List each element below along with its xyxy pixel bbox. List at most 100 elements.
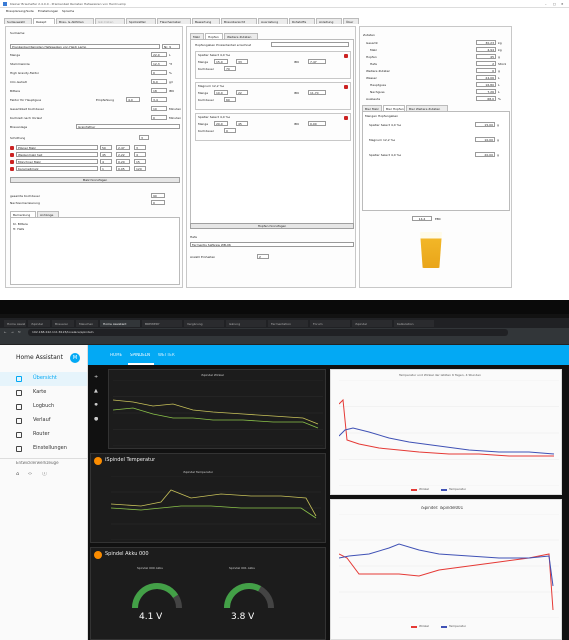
field-hauptguss-input[interactable]: 3,4 bbox=[151, 97, 167, 102]
malt-name[interactable]: Pilsner Malz bbox=[16, 145, 98, 150]
tab-bewertung[interactable]: Bewertung bbox=[192, 18, 220, 24]
tab-brauen[interactable]: Brau- & Abfüllen bbox=[56, 18, 94, 24]
malt-pct[interactable]: 4 bbox=[100, 159, 112, 164]
remove-malt-icon[interactable] bbox=[10, 167, 14, 171]
isomerisation-input[interactable]: 0 bbox=[151, 200, 165, 205]
hop-calc-select[interactable] bbox=[271, 42, 349, 47]
hop-time[interactable]: 0 bbox=[224, 128, 236, 133]
hop-ibu[interactable]: 7,47 bbox=[308, 59, 326, 64]
view-tab-wetter[interactable]: WETTER bbox=[158, 353, 175, 357]
hop-amount[interactable]: 10,0 bbox=[214, 90, 228, 95]
ha-avatar[interactable]: M bbox=[70, 353, 80, 363]
field-co2-input[interactable]: 6,0 bbox=[151, 79, 167, 84]
field-highgravity-input[interactable]: 0 bbox=[151, 70, 167, 75]
field-bittere-input[interactable]: 18 bbox=[151, 88, 167, 93]
total-boil-input[interactable]: 90 bbox=[151, 193, 165, 198]
view-tab-home[interactable]: HOME bbox=[110, 353, 122, 357]
recipe-number-input[interactable]: Nr. 9 bbox=[162, 44, 180, 49]
tab-ausruestung[interactable]: Ausrüstung bbox=[258, 18, 288, 24]
malt-ebc[interactable]: 15 bbox=[134, 159, 146, 164]
hop-pct[interactable]: 45 bbox=[236, 121, 248, 126]
gear-icon[interactable]: ✹ bbox=[94, 403, 98, 407]
malt-name[interactable]: Weizenmalz hell bbox=[16, 152, 98, 157]
browser-tab[interactable]: Vergärung bbox=[184, 320, 224, 327]
code-icon[interactable]: ‹› bbox=[28, 472, 32, 476]
yeast-select[interactable]: Fermentis Safbrew WB-06 bbox=[190, 242, 354, 247]
browser-tab[interactable]: Maischen bbox=[76, 320, 98, 327]
browser-tab[interactable]: Forum bbox=[310, 320, 350, 327]
malt-ebc[interactable]: 120 bbox=[134, 166, 146, 171]
minimize-icon[interactable]: – bbox=[545, 2, 547, 6]
remove-malt-icon[interactable] bbox=[10, 160, 14, 164]
info-icon[interactable]: ⓘ bbox=[42, 472, 47, 476]
remove-malt-icon[interactable] bbox=[10, 153, 14, 157]
remove-malt-icon[interactable] bbox=[10, 146, 14, 150]
malts-count-input[interactable]: 3 bbox=[139, 135, 149, 140]
hop-ibu[interactable]: 0,00 bbox=[308, 121, 326, 126]
malt-kg[interactable]: 2,47 bbox=[116, 145, 130, 150]
add-hop-button[interactable]: Hopfen hinzufügen bbox=[190, 223, 354, 229]
ha-nav-uebersicht[interactable]: Übersicht bbox=[0, 372, 87, 386]
address-bar[interactable]: 192.168.242.111:8123/lovelace/spindeln bbox=[28, 329, 508, 336]
browser-tab[interactable]: BREWERY bbox=[142, 320, 182, 327]
plus-icon[interactable]: + bbox=[94, 375, 98, 379]
yeast-units-input[interactable]: 2 bbox=[257, 254, 269, 259]
remove-hop-icon[interactable] bbox=[344, 85, 348, 89]
menu-sprache[interactable]: Sprache bbox=[62, 9, 74, 13]
browser-tab[interactable]: iSpindel bbox=[352, 320, 392, 327]
hop-ibu[interactable]: 11,70 bbox=[308, 90, 326, 95]
malt-kg[interactable]: 0,05 bbox=[116, 166, 130, 171]
browser-tab[interactable]: Brauerei bbox=[52, 320, 74, 327]
field-kochzeit-input[interactable]: 0 bbox=[151, 115, 167, 120]
malt-kg[interactable]: 2,22 bbox=[116, 152, 130, 157]
malt-ebc[interactable]: 3 bbox=[134, 145, 146, 150]
hop-amount[interactable]: 20,0 bbox=[214, 121, 228, 126]
malt-pct[interactable]: 45 bbox=[100, 152, 112, 157]
hop-pct[interactable]: 33 bbox=[236, 59, 248, 64]
malt-pct[interactable]: 1 bbox=[100, 166, 112, 171]
hop-time[interactable]: 60 bbox=[224, 97, 236, 102]
browser-tab-home-assistant[interactable]: Home Assistant bbox=[100, 320, 140, 327]
browser-tab[interactable]: Fermentation bbox=[268, 320, 308, 327]
ha-nav-logbuch[interactable]: Logbuch bbox=[0, 400, 87, 414]
browser-tab[interactable]: Home Assistant bbox=[4, 320, 26, 327]
brewhouse-select[interactable]: Grainfather bbox=[76, 124, 180, 129]
browser-tab[interactable]: Kalkulation bbox=[394, 320, 434, 327]
field-menge-input[interactable]: 22,0 bbox=[151, 52, 167, 57]
info-icon[interactable]: ● bbox=[94, 417, 98, 421]
browser-tab[interactable]: Gärung bbox=[226, 320, 266, 327]
field-kochdauer-input[interactable]: 10 bbox=[151, 106, 167, 111]
malt-pct[interactable]: 50 bbox=[100, 145, 112, 150]
browser-tab[interactable]: iSpindel bbox=[28, 320, 50, 327]
ha-nav-karte[interactable]: Karte bbox=[0, 386, 87, 400]
reload-icon[interactable]: ↻ bbox=[18, 330, 21, 334]
ha-nav-router[interactable]: Router bbox=[0, 428, 87, 442]
hop-pct[interactable]: 22 bbox=[236, 90, 248, 95]
close-icon[interactable]: ✕ bbox=[561, 2, 564, 6]
tab-anleitung[interactable]: Anleitung bbox=[316, 18, 342, 24]
malt-ebc[interactable]: 4 bbox=[134, 152, 146, 157]
tab-rohstoffe[interactable]: Rohstoffe bbox=[289, 18, 315, 24]
malt-kg[interactable]: 0,20 bbox=[116, 159, 130, 164]
remove-hop-icon[interactable] bbox=[344, 54, 348, 58]
hop-time[interactable]: 70 bbox=[224, 66, 236, 71]
malt-name[interactable]: Münchner Malz bbox=[16, 159, 98, 164]
field-empfehlung-input[interactable]: 4,0 bbox=[126, 97, 140, 102]
field-stammwuerze-input[interactable]: 12,3 bbox=[151, 61, 167, 66]
malt-name[interactable]: Karamellmalz bbox=[16, 166, 98, 171]
hop-amount[interactable]: 15,0 bbox=[214, 59, 228, 64]
tab-rezept[interactable]: Rezept bbox=[33, 18, 55, 24]
add-malt-button[interactable]: Malz hinzufügen bbox=[10, 177, 180, 183]
recipe-name-input[interactable]: Prankenbeil Reinsten Hefeweizen von Heid… bbox=[10, 44, 160, 49]
back-icon[interactable]: ← bbox=[4, 330, 7, 334]
remove-hop-icon[interactable] bbox=[344, 116, 348, 120]
menu-einstellungen[interactable]: Einstellungen bbox=[38, 9, 58, 13]
ha-nav-verlauf[interactable]: Verlauf bbox=[0, 414, 87, 428]
tab-brauuebersicht[interactable]: Brauübersicht bbox=[221, 18, 257, 24]
maximize-icon[interactable]: □ bbox=[553, 2, 556, 6]
ha-nav-einstellungen[interactable]: Einstellungen bbox=[0, 442, 87, 456]
bell-icon[interactable]: ▲ bbox=[94, 389, 98, 393]
view-tab-spindeln[interactable]: SPINDELN bbox=[130, 353, 150, 357]
tab-sudauswahl[interactable]: Sudauswahl bbox=[4, 18, 32, 24]
comment-box[interactable]: Kl. Bittere Tr. Hefe bbox=[10, 217, 180, 285]
